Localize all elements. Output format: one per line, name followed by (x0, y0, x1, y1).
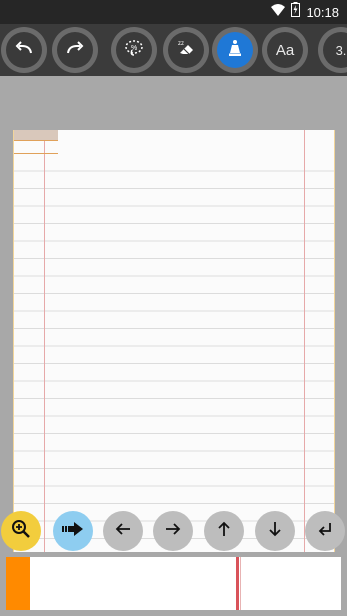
text-slot: Aa (262, 27, 308, 73)
text-cursor-box (14, 130, 58, 141)
status-time: 10:18 (306, 4, 339, 20)
eraser-icon: zz (176, 39, 196, 62)
arrow-up-icon (216, 520, 232, 543)
undo-icon (15, 40, 33, 60)
writing-canvas[interactable] (13, 130, 335, 552)
wifi-icon (271, 3, 286, 21)
status-bar: 10:18 (0, 0, 347, 24)
ink-button[interactable] (217, 32, 253, 68)
ink-slot (212, 27, 258, 73)
arrow-down-icon (267, 520, 283, 543)
left-margin-line (44, 130, 45, 552)
svg-text:%: % (131, 45, 137, 52)
redo-button[interactable] (57, 32, 93, 68)
zoom-button[interactable] (1, 511, 41, 551)
size-button[interactable]: 3. (323, 32, 347, 68)
enter-button[interactable] (305, 511, 345, 551)
lasso-icon: % (124, 39, 144, 62)
move-down-button[interactable] (255, 511, 295, 551)
status-icons: 10:18 (271, 2, 339, 22)
next-page-button[interactable] (53, 511, 93, 551)
preview-margin-shadow (240, 557, 241, 610)
move-up-button[interactable] (204, 511, 244, 551)
redo-icon (66, 40, 84, 60)
text-cursor-baseline (14, 153, 58, 154)
text-tool-button[interactable]: Aa (267, 32, 303, 68)
move-left-button[interactable] (103, 511, 143, 551)
paper-header (14, 130, 334, 154)
redo-slot (52, 27, 98, 73)
battery-icon (291, 2, 301, 22)
preview-margin-marker (236, 557, 239, 610)
eraser-slot: zz (163, 27, 209, 73)
toolbar: % zz Aa 3. (0, 24, 347, 76)
lasso-button[interactable]: % (116, 32, 152, 68)
zoom-icon (11, 519, 31, 544)
size-slot: 3. (318, 27, 347, 73)
ink-pen-icon (227, 39, 243, 62)
eraser-button[interactable]: zz (168, 32, 204, 68)
page-preview-strip[interactable] (6, 557, 341, 610)
right-margin-line (304, 130, 305, 552)
arrow-right-icon (164, 521, 182, 542)
text-tool-label: Aa (275, 41, 295, 59)
undo-slot (1, 27, 47, 73)
enter-icon (317, 521, 333, 542)
lasso-slot: % (111, 27, 157, 73)
preview-scroll-handle[interactable] (6, 557, 30, 610)
arrow-left-icon (114, 521, 132, 542)
next-page-icon (62, 521, 84, 542)
svg-text:zz: zz (178, 41, 184, 47)
undo-button[interactable] (6, 32, 42, 68)
size-label: 3. (335, 42, 347, 58)
move-right-button[interactable] (153, 511, 193, 551)
